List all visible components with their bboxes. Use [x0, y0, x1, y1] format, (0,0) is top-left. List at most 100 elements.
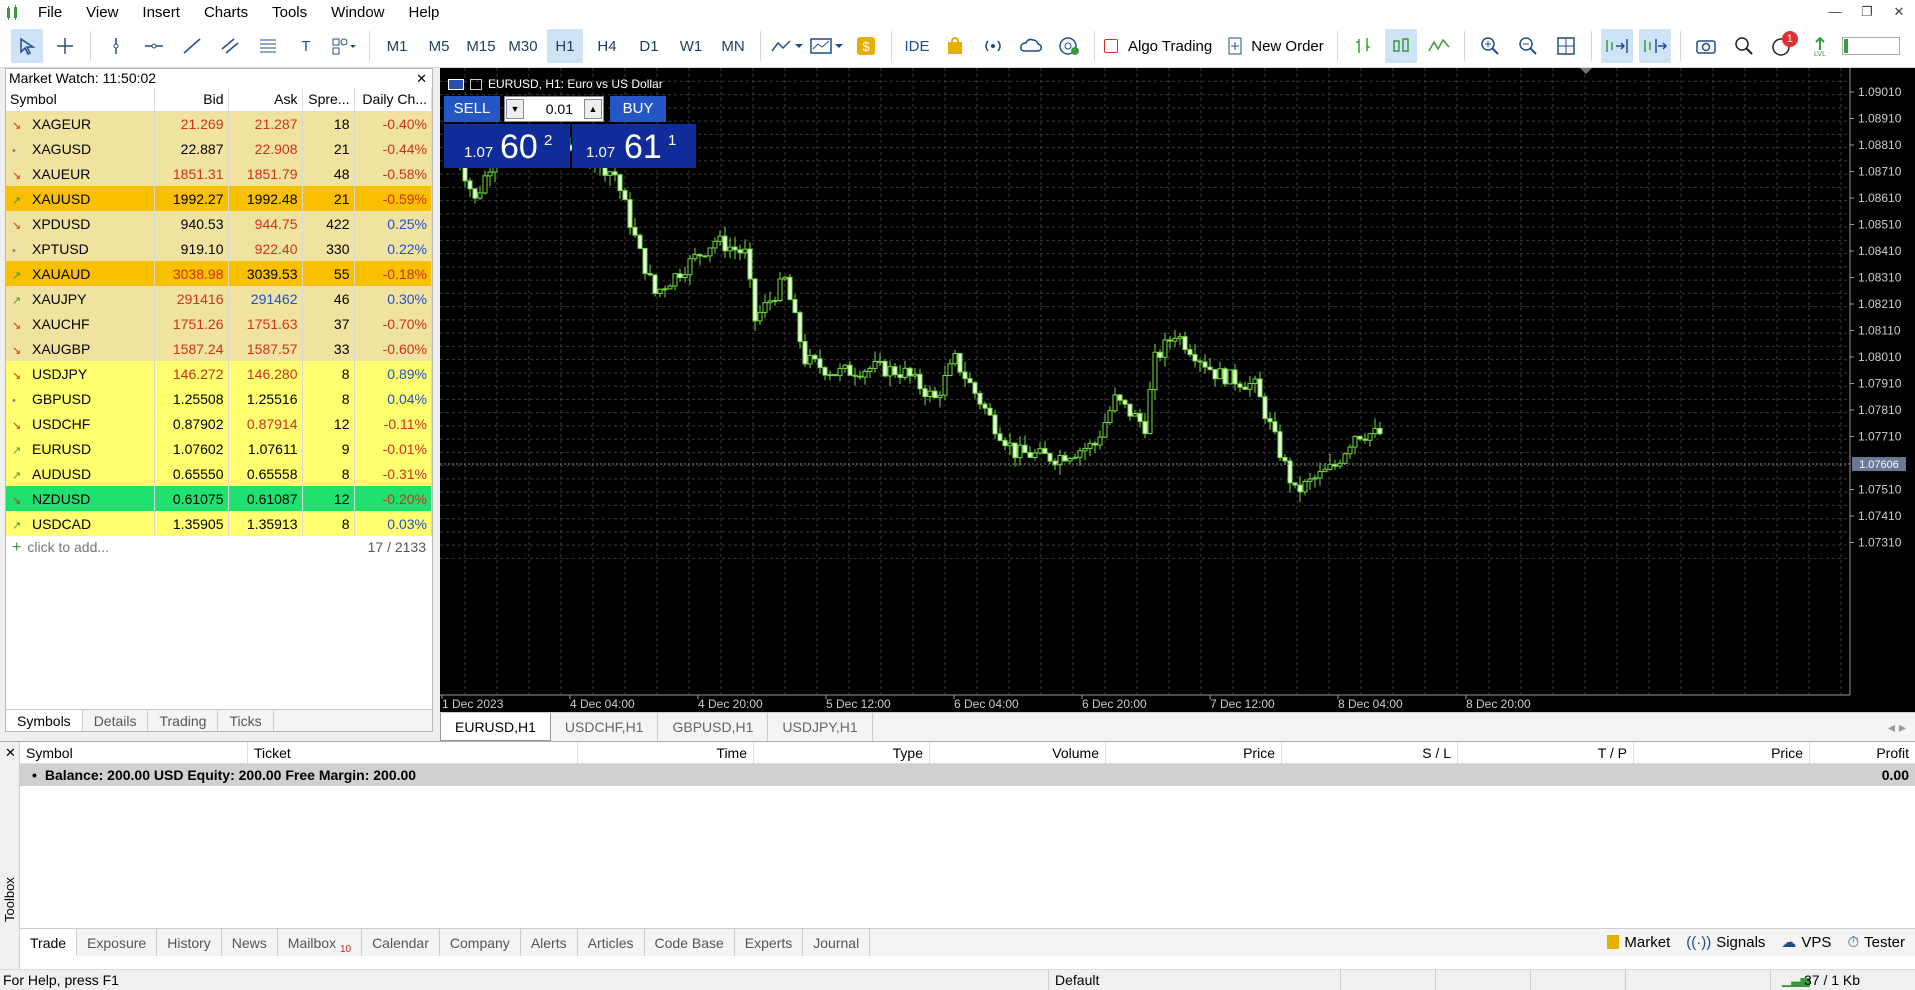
timeframe-h4[interactable]: H4	[589, 29, 625, 63]
chart-tabs-scroll[interactable]: ◂ ▸	[1888, 713, 1915, 741]
algo-trading-button[interactable]: Algo Trading	[1104, 29, 1216, 63]
search-icon[interactable]	[1728, 29, 1760, 63]
chart-tab-gbpusd[interactable]: GBPUSD,H1	[658, 713, 769, 741]
chart-tab-usdchf[interactable]: USDCHF,H1	[551, 713, 659, 741]
tab-history[interactable]: History	[157, 929, 222, 956]
market-bag-icon[interactable]	[939, 29, 971, 63]
table-row[interactable]: ↗ XAUUSD 1992.27 1992.48 21 -0.59%	[6, 186, 432, 211]
tab-mailbox[interactable]: Mailbox 10	[278, 929, 363, 956]
tab-company[interactable]: Company	[440, 929, 521, 956]
ide-button[interactable]: IDE	[901, 29, 933, 63]
tile-windows-icon[interactable]	[1550, 29, 1582, 63]
col-spread[interactable]: Spre...	[302, 88, 355, 112]
line-chart-icon[interactable]	[1423, 29, 1455, 63]
col-symbol[interactable]: Symbol	[20, 742, 248, 763]
timeframe-m30[interactable]: M30	[505, 29, 541, 63]
table-row[interactable]: ↘ XAUEUR 1851.31 1851.79 48 -0.58%	[6, 161, 432, 186]
timeframe-h1[interactable]: H1	[547, 29, 583, 63]
tab-journal[interactable]: Journal	[803, 929, 871, 956]
dollar-icon[interactable]: $	[850, 29, 882, 63]
add-symbol-row[interactable]: + click to add... 17 / 2133	[6, 536, 432, 559]
table-row[interactable]: ↘ USDCHF 0.87902 0.87914 12 -0.11%	[6, 411, 432, 436]
menu-file[interactable]: File	[26, 0, 74, 25]
close-icon[interactable]: ✕	[5, 745, 16, 761]
trendline-icon[interactable]	[176, 29, 208, 63]
col-volume[interactable]: Volume	[930, 742, 1106, 763]
timeframe-m1[interactable]: M1	[379, 29, 415, 63]
table-row[interactable]: ↘ XAUGBP 1587.24 1587.57 33 -0.60%	[6, 336, 432, 361]
chart-tab-eurusd[interactable]: EURUSD,H1	[440, 713, 551, 741]
fibonacci-icon[interactable]	[252, 29, 284, 63]
col-type[interactable]: Type	[754, 742, 930, 763]
col-bid[interactable]: Bid	[154, 88, 229, 112]
tab-exposure[interactable]: Exposure	[77, 929, 158, 956]
level-icon[interactable]: LVL	[1804, 29, 1836, 63]
text-tool-icon[interactable]: T	[290, 29, 322, 63]
table-row[interactable]: ↗ XAUAUD 3038.98 3039.53 55 -0.18%	[6, 261, 432, 286]
shapes-icon[interactable]	[328, 29, 360, 63]
menu-help[interactable]: Help	[397, 0, 452, 25]
vps-link[interactable]: ☁ VPS	[1781, 933, 1831, 952]
balance-row[interactable]: • Balance: 200.00 USD Equity: 200.00 Free…	[20, 764, 1915, 786]
zoom-in-icon[interactable]	[1474, 29, 1506, 63]
tab-code-base[interactable]: Code Base	[645, 929, 735, 956]
table-row[interactable]: • GBPUSD 1.25508 1.25516 8 0.04%	[6, 386, 432, 411]
tab-trading[interactable]: Trading	[148, 710, 219, 731]
buy-button[interactable]: BUY	[610, 96, 666, 122]
candlestick-icon[interactable]	[1384, 29, 1417, 63]
table-row[interactable]: ↘ USDJPY 146.272 146.280 8 0.89%	[6, 361, 432, 386]
screenshot-icon[interactable]	[1690, 29, 1722, 63]
chart-tab-usdjpy[interactable]: USDJPY,H1	[768, 713, 873, 741]
sell-button[interactable]: SELL	[444, 96, 500, 122]
menu-window[interactable]: Window	[319, 0, 396, 25]
vps-cloud-icon[interactable]	[1015, 29, 1047, 63]
templates-icon[interactable]	[810, 29, 844, 63]
menu-insert[interactable]: Insert	[130, 0, 192, 25]
minimize-icon[interactable]: —	[1819, 0, 1851, 25]
menu-tools[interactable]: Tools	[260, 0, 319, 25]
table-row[interactable]: • XAGUSD 22.887 22.908 21 -0.44%	[6, 136, 432, 161]
market-link[interactable]: Market	[1607, 934, 1670, 951]
menu-charts[interactable]: Charts	[192, 0, 260, 25]
new-order-button[interactable]: New Order	[1227, 29, 1328, 63]
horizontal-line-icon[interactable]	[138, 29, 170, 63]
tab-news[interactable]: News	[222, 929, 278, 956]
restore-icon[interactable]: ❐	[1851, 0, 1883, 25]
close-icon[interactable]: ✕	[416, 69, 427, 88]
col-ticket[interactable]: Ticket	[248, 742, 578, 763]
bar-chart-icon[interactable]	[1347, 29, 1379, 63]
table-row[interactable]: ↘ XPDUSD 940.53 944.75 422 0.25%	[6, 211, 432, 236]
lot-down-icon[interactable]: ▼	[506, 99, 524, 119]
col-price[interactable]: Price	[1106, 742, 1282, 763]
col-ask[interactable]: Ask	[228, 88, 303, 112]
signals-link[interactable]: ((·)) Signals	[1686, 934, 1765, 951]
timeframe-mn[interactable]: MN	[715, 29, 751, 63]
table-row[interactable]: • XPTUSD 919.10 922.40 330 0.22%	[6, 236, 432, 261]
tab-ticks[interactable]: Ticks	[218, 710, 274, 731]
table-row[interactable]: ↗ AUDUSD 0.65550 0.65558 8 -0.31%	[6, 461, 432, 486]
col-current-price[interactable]: Price	[1634, 742, 1810, 763]
timeframe-w1[interactable]: W1	[673, 29, 709, 63]
crosshair-icon[interactable]	[49, 29, 81, 63]
table-row[interactable]: ↘ XAUCHF 1751.26 1751.63 37 -0.70%	[6, 311, 432, 336]
radar-icon[interactable]	[1053, 29, 1085, 63]
lot-up-icon[interactable]: ▲	[584, 99, 602, 119]
close-icon[interactable]: ✕	[1883, 0, 1915, 25]
table-row[interactable]: ↗ USDCAD 1.35905 1.35913 8 0.03%	[6, 511, 432, 536]
table-row[interactable]: ↗ XAUJPY 291416 291462 46 0.30%	[6, 286, 432, 311]
sell-price[interactable]: 1.07 60 2	[444, 124, 570, 168]
col-tp[interactable]: T / P	[1458, 742, 1634, 763]
timeframe-m15[interactable]: M15	[463, 29, 499, 63]
table-row[interactable]: ↘ XAGEUR 21.269 21.287 18 -0.40%	[6, 111, 432, 136]
col-daily-change[interactable]: Daily Ch...	[354, 88, 432, 112]
table-row[interactable]: ↘ NZDUSD 0.61075 0.61087 12 -0.20%	[6, 486, 432, 511]
tab-articles[interactable]: Articles	[578, 929, 645, 956]
chart-shift-icon[interactable]	[1638, 29, 1671, 63]
col-sl[interactable]: S / L	[1282, 742, 1458, 763]
auto-scroll-icon[interactable]	[1600, 29, 1633, 63]
signals-icon[interactable]	[977, 29, 1009, 63]
tab-details[interactable]: Details	[83, 710, 149, 731]
tab-trade[interactable]: Trade	[20, 929, 78, 956]
tab-calendar[interactable]: Calendar	[362, 929, 440, 956]
status-profile[interactable]: Default	[1055, 970, 1099, 990]
